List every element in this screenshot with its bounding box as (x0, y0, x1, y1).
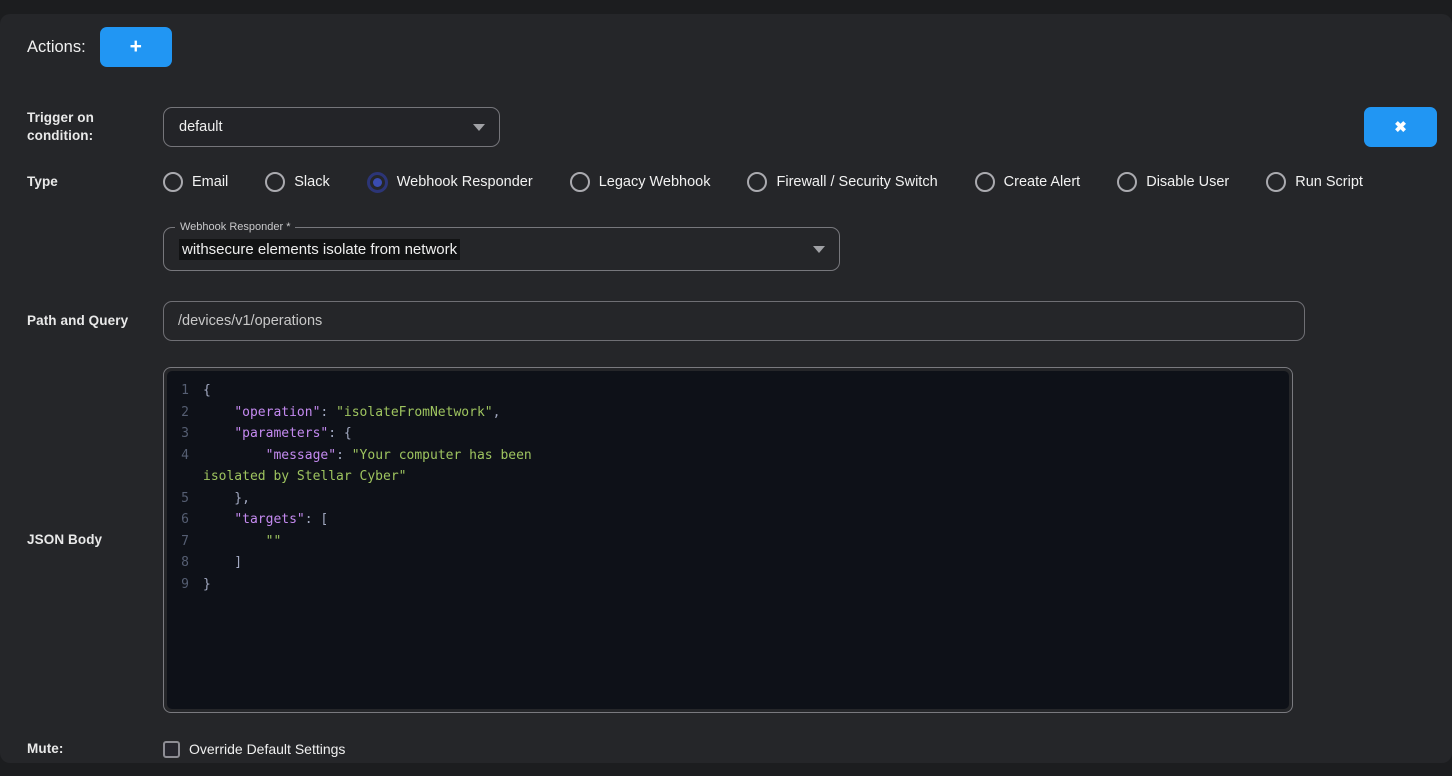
code-line: isolated by Stellar Cyber" (167, 466, 1289, 488)
line-number: 3 (167, 423, 197, 445)
path-query-row: Path and Query (0, 301, 1452, 341)
radio-dot (1123, 178, 1132, 187)
radio-slack[interactable]: Slack (265, 172, 329, 192)
line-number: 7 (167, 531, 197, 553)
trigger-condition-select[interactable]: default (163, 107, 500, 147)
override-default-settings-checkbox[interactable] (163, 741, 180, 758)
radio-circle-icon[interactable] (570, 172, 590, 192)
radio-circle-icon[interactable] (367, 172, 388, 193)
radio-firewall-security-switch[interactable]: Firewall / Security Switch (747, 172, 937, 192)
trigger-condition-value: default (179, 119, 223, 135)
radio-circle-icon[interactable] (747, 172, 767, 192)
code-text: }, (203, 488, 250, 510)
action-config-panel: Actions: + ✖ Trigger on condition: defau… (0, 14, 1452, 763)
type-label: Type (27, 174, 58, 189)
json-body-label: JSON Body (27, 532, 102, 547)
radio-dot (169, 178, 178, 187)
radio-circle-icon[interactable] (975, 172, 995, 192)
line-number: 2 (167, 402, 197, 424)
code-text: ] (203, 552, 242, 574)
radio-label: Firewall / Security Switch (776, 174, 937, 190)
add-action-button[interactable]: + (100, 27, 172, 67)
line-number: 9 (167, 574, 197, 596)
radio-circle-icon[interactable] (1266, 172, 1286, 192)
mute-label: Mute: (27, 741, 64, 756)
radio-dot (575, 178, 584, 187)
plus-icon: + (130, 35, 142, 59)
code-text: } (203, 574, 211, 596)
code-line: 5 }, (167, 488, 1289, 510)
radio-legacy-webhook[interactable]: Legacy Webhook (570, 172, 711, 192)
code-text: isolated by Stellar Cyber" (203, 466, 407, 488)
code-line: 9} (167, 574, 1289, 596)
code-line: 7 "" (167, 531, 1289, 553)
code-line: 8 ] (167, 552, 1289, 574)
code-line: 1{ (167, 380, 1289, 402)
radio-email[interactable]: Email (163, 172, 228, 192)
type-radio-group: Email Slack Webhook Responder Legacy Webhoo… (163, 172, 1363, 193)
path-query-label: Path and Query (27, 313, 128, 328)
chevron-down-icon (473, 124, 485, 131)
mute-row: Mute: Override Default Settings (0, 740, 1452, 758)
code-text: "targets": [ (203, 509, 328, 531)
radio-label: Email (192, 174, 228, 190)
code-text: { (203, 380, 211, 402)
type-row: Type Email Slack Webhook Responder Legacy W… (0, 167, 1452, 197)
code-line: 3 "parameters": { (167, 423, 1289, 445)
radio-label: Create Alert (1004, 174, 1081, 190)
radio-create-alert[interactable]: Create Alert (975, 172, 1081, 192)
radio-run-script[interactable]: Run Script (1266, 172, 1363, 192)
json-body-code[interactable]: 1{2 "operation": "isolateFromNetwork",3 … (167, 371, 1289, 709)
radio-webhook-responder[interactable]: Webhook Responder (367, 172, 533, 193)
trigger-condition-label: Trigger on condition: (27, 110, 94, 143)
radio-label: Run Script (1295, 174, 1363, 190)
chevron-down-icon (813, 246, 825, 253)
radio-label: Legacy Webhook (599, 174, 711, 190)
line-number: 4 (167, 445, 197, 467)
code-text: "parameters": { (203, 423, 352, 445)
code-line: 6 "targets": [ (167, 509, 1289, 531)
line-number: 6 (167, 509, 197, 531)
actions-label: Actions: (27, 38, 86, 57)
code-text: "" (203, 531, 281, 553)
json-body-row: JSON Body 1{2 "operation": "isolateFromN… (0, 367, 1452, 713)
radio-label: Slack (294, 174, 329, 190)
radio-dot (753, 178, 762, 187)
code-line: 4 "message": "Your computer has been (167, 445, 1289, 467)
radio-dot (1272, 178, 1281, 187)
radio-label: Webhook Responder (397, 174, 533, 190)
radio-circle-icon[interactable] (265, 172, 285, 192)
radio-dot (373, 178, 382, 187)
code-text: "operation": "isolateFromNetwork", (203, 402, 500, 424)
line-number: 1 (167, 380, 197, 402)
radio-circle-icon[interactable] (1117, 172, 1137, 192)
line-number: 5 (167, 488, 197, 510)
path-query-input[interactable] (163, 301, 1305, 341)
webhook-responder-select[interactable]: Webhook Responder * withsecure elements … (163, 227, 840, 271)
override-default-settings-label: Override Default Settings (189, 741, 345, 757)
actions-row: Actions: + (0, 27, 1452, 67)
code-line: 2 "operation": "isolateFromNetwork", (167, 402, 1289, 424)
code-text: "message": "Your computer has been (203, 445, 532, 467)
radio-disable-user[interactable]: Disable User (1117, 172, 1229, 192)
json-body-editor[interactable]: 1{2 "operation": "isolateFromNetwork",3 … (163, 367, 1293, 713)
line-number (167, 466, 197, 488)
radio-label: Disable User (1146, 174, 1229, 190)
line-number: 8 (167, 552, 197, 574)
webhook-responder-row: Webhook Responder * withsecure elements … (0, 227, 1452, 271)
webhook-responder-value: withsecure elements isolate from network (179, 241, 460, 258)
radio-dot (980, 178, 989, 187)
webhook-responder-select-label: Webhook Responder * (175, 221, 295, 233)
radio-dot (271, 178, 280, 187)
radio-circle-icon[interactable] (163, 172, 183, 192)
trigger-condition-row: Trigger on condition: default (0, 107, 1452, 147)
